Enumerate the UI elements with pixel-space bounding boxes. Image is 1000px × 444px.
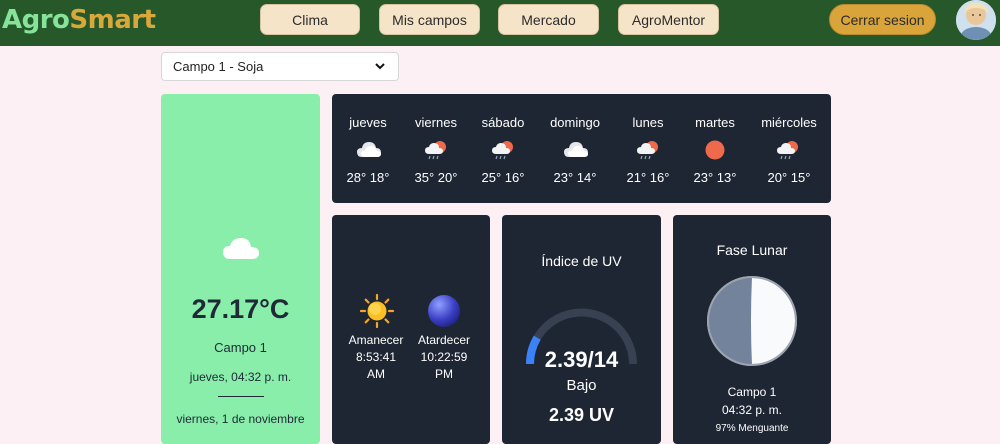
forecast-temps: 21° 16°	[626, 170, 670, 185]
current-field-name: Campo 1	[214, 340, 267, 355]
nav-mis-campos-button[interactable]: Mis campos	[379, 4, 480, 35]
forecast-temps: 23° 13°	[693, 170, 737, 185]
forecast-day-name: martes	[695, 115, 735, 130]
sunset-icon	[427, 294, 461, 333]
sunrise-ampm: AM	[367, 367, 385, 381]
user-avatar[interactable]	[956, 0, 996, 40]
nav-agromentor-button[interactable]: AgroMentor	[618, 4, 719, 35]
nav-clima-button[interactable]: Clima	[260, 4, 360, 35]
sunrise-time: 8:53:41	[355, 350, 397, 364]
sunset-label: Atardecer	[417, 333, 471, 347]
uv-index-card: Índice de UV 2.39/14 Bajo 2.39 UV	[502, 215, 661, 444]
moon-phase-icon	[707, 276, 797, 366]
moon-phase-text: 97% Menguante	[715, 423, 789, 434]
sunset-time: 10:22:59	[420, 350, 468, 364]
logo-smart: Smart	[69, 5, 156, 35]
forecast-day-name: lunes	[632, 115, 664, 130]
top-navbar: AgroSmart Clima Mis campos Mercado AgroM…	[0, 0, 1000, 46]
uv-value-units: 2.39 UV	[548, 405, 615, 425]
moon-title: Fase Lunar	[716, 242, 788, 258]
forecast-day-name: miércoles	[761, 115, 817, 130]
forecast-temps: 25° 16°	[481, 170, 525, 185]
uv-value-fraction: 2.39/14	[544, 347, 619, 372]
rain-sun-icon	[491, 139, 515, 160]
logout-button[interactable]: Cerrar sesion	[829, 4, 936, 35]
rain-sun-icon	[636, 139, 660, 160]
cloud-icon	[222, 235, 260, 266]
forecast-day-name: viernes	[415, 115, 457, 130]
sunrise-icon	[359, 293, 395, 334]
sunset-ampm: PM	[435, 367, 453, 381]
app-logo[interactable]: AgroSmart	[2, 5, 156, 35]
field-select-value: Campo 1 - Soja	[173, 59, 264, 74]
forecast-day-name: jueves	[349, 115, 387, 130]
current-weather-card: 27.17°C Campo 1 jueves, 04:32 p. m. vier…	[161, 94, 320, 444]
sunrise-label: Amanecer	[348, 333, 404, 347]
current-temperature: 27.17°C	[191, 294, 290, 324]
forecast-temps: 35° 20°	[414, 170, 458, 185]
forecast-day-name: domingo	[550, 115, 600, 130]
nav-mercado-button[interactable]: Mercado	[498, 4, 599, 35]
current-date: viernes, 1 de noviembre	[176, 412, 305, 426]
cloudy-icon	[563, 139, 588, 159]
forecast-day-name: sábado	[481, 115, 525, 130]
weekly-forecast-card: jueves 28° 18° viernes 35° 20° sábado 25…	[332, 94, 831, 203]
chevron-down-icon	[374, 60, 386, 75]
rain-sun-icon	[776, 139, 800, 160]
forecast-temps: 20° 15°	[767, 170, 811, 185]
sun-icon	[703, 139, 727, 160]
sun-times-card: Amanecer 8:53:41 AM Atardecer 10:22:59 P…	[332, 215, 490, 444]
forecast-temps: 23° 14°	[553, 170, 597, 185]
field-select[interactable]: Campo 1 - Soja	[161, 52, 399, 81]
forecast-temps: 28° 18°	[346, 170, 390, 185]
moon-phase-card: Fase Lunar Campo 1 04:32 p. m. 97% Mengu…	[673, 215, 831, 444]
moon-time: 04:32 p. m.	[721, 403, 783, 417]
card-divider	[218, 396, 264, 397]
logo-agro: Agro	[2, 5, 70, 35]
current-time: jueves, 04:32 p. m.	[189, 370, 292, 384]
cloudy-icon	[356, 139, 381, 159]
uv-level: Bajo	[566, 377, 597, 394]
uv-title: Índice de UV	[541, 253, 622, 269]
rain-sun-icon	[424, 139, 448, 160]
moon-field: Campo 1	[727, 385, 777, 399]
